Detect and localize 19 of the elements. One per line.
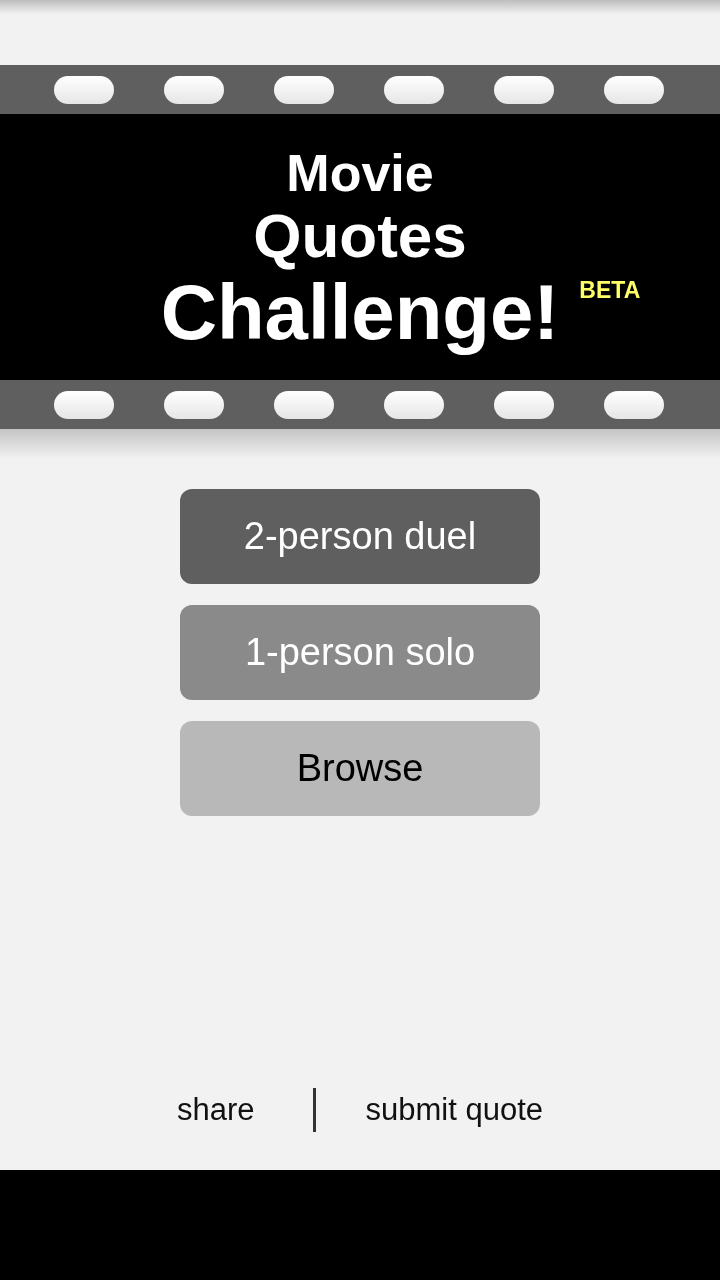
footer-link[interactable]: share [176, 1092, 255, 1128]
menu-button[interactable]: 2-person duel [180, 489, 540, 584]
menu-button[interactable]: Browse [180, 721, 540, 816]
title-text: Quotes [253, 201, 467, 270]
film-hole-icon [54, 390, 114, 419]
beta-label: BETA [579, 279, 641, 302]
film-hole-icon [604, 75, 664, 104]
footer-link[interactable]: submit quote [365, 1092, 543, 1128]
film-hole-icon [274, 390, 334, 419]
film-hole-icon [164, 75, 224, 104]
film-hole-icon [384, 390, 444, 419]
title-text: Movie [286, 144, 434, 202]
film-hole-icon [164, 390, 224, 419]
film-hole-icon [494, 390, 554, 419]
film-hole-icon [384, 75, 444, 104]
film-hole-icon [604, 390, 664, 419]
film-hole-icon [274, 75, 334, 104]
film-hole-icon [54, 75, 114, 104]
film-hole-icon [494, 75, 554, 104]
